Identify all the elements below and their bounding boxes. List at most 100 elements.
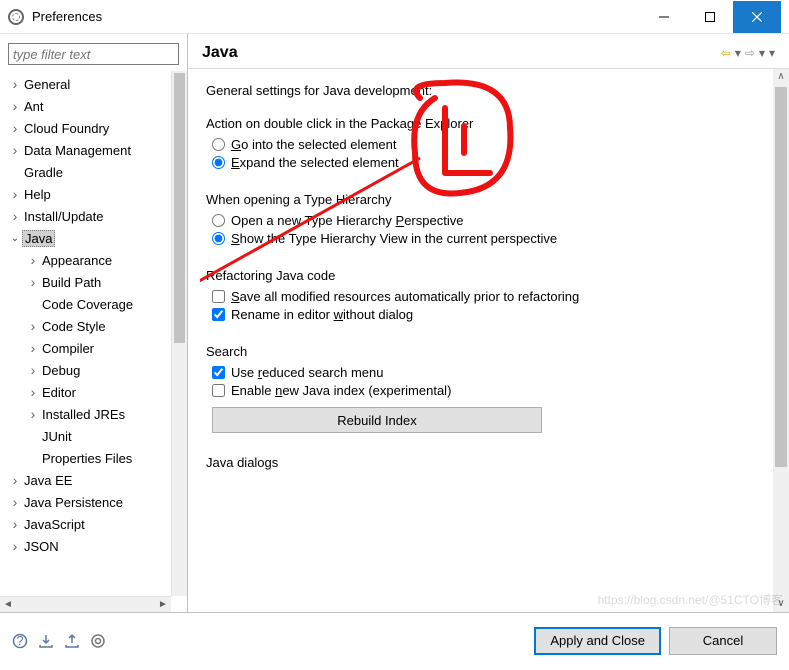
preferences-tree[interactable]: ›General›Ant›Cloud Foundry›Data Manageme… (0, 71, 171, 596)
import-icon[interactable] (38, 633, 54, 649)
chevron-right-icon[interactable]: › (8, 76, 22, 92)
scrollbar-thumb[interactable] (775, 87, 787, 467)
group-title: When opening a Type Hierarchy (206, 192, 765, 207)
export-icon[interactable] (64, 633, 80, 649)
minimize-button[interactable] (641, 1, 687, 33)
main-panel: Java ⇦ ▾ ⇨ ▾ ▾ General settings for Java… (188, 34, 789, 612)
option-label: Show the Type Hierarchy View in the curr… (231, 231, 557, 246)
tree-item[interactable]: ›Editor (0, 381, 171, 403)
help-icon[interactable]: ? (12, 633, 28, 649)
tree-item-label: Data Management (22, 143, 133, 158)
svg-text:?: ? (16, 633, 23, 648)
tree-item[interactable]: ›Installed JREs (0, 403, 171, 425)
filter-input[interactable] (8, 43, 179, 65)
maximize-button[interactable] (687, 1, 733, 33)
option-new-index[interactable]: Enable new Java index (experimental) (212, 383, 765, 398)
back-icon[interactable]: ⇦ (721, 46, 731, 60)
scrollbar-thumb[interactable] (174, 73, 185, 343)
option-show-view[interactable]: Show the Type Hierarchy View in the curr… (212, 231, 765, 246)
tree-item[interactable]: ›Help (0, 183, 171, 205)
back-menu-icon[interactable]: ▾ (735, 46, 741, 60)
apply-close-button[interactable]: Apply and Close (534, 627, 661, 655)
chevron-right-icon[interactable]: › (8, 494, 22, 510)
group-double-click: Action on double click in the Package Ex… (206, 116, 765, 170)
footer-icons: ? (12, 633, 106, 649)
tree-item[interactable]: ›Install/Update (0, 205, 171, 227)
chevron-right-icon[interactable]: › (26, 406, 40, 422)
checkbox-reduced-menu[interactable] (212, 366, 225, 379)
tree-horizontal-scrollbar[interactable]: ◄ ► (0, 596, 171, 612)
tree-vertical-scrollbar[interactable] (171, 71, 187, 596)
chevron-right-icon[interactable]: › (8, 142, 22, 158)
tree-item[interactable]: ›Appearance (0, 249, 171, 271)
chevron-right-icon[interactable]: › (26, 252, 40, 268)
chevron-right-icon[interactable]: › (8, 516, 22, 532)
chevron-right-icon[interactable]: › (8, 208, 22, 224)
chevron-right-icon[interactable]: › (26, 384, 40, 400)
tree-item[interactable]: JUnit (0, 425, 171, 447)
checkbox-rename-inline[interactable] (212, 308, 225, 321)
tree-item[interactable]: Gradle (0, 161, 171, 183)
chevron-right-icon[interactable]: › (8, 186, 22, 202)
tree-item[interactable]: Code Coverage (0, 293, 171, 315)
body-vertical-scrollbar[interactable]: ∧ ∨ (773, 69, 789, 612)
page-header: Java ⇦ ▾ ⇨ ▾ ▾ (188, 34, 789, 69)
chevron-down-icon[interactable]: ⌄ (8, 233, 22, 244)
radio-new-perspective[interactable] (212, 214, 225, 227)
tree-item[interactable]: ›Build Path (0, 271, 171, 293)
forward-icon[interactable]: ⇨ (745, 46, 755, 60)
option-save-resources[interactable]: Save all modified resources automaticall… (212, 289, 765, 304)
tree-item[interactable]: ⌄Java (0, 227, 171, 249)
tree-item-label: Code Style (40, 319, 108, 334)
radio-expand[interactable] (212, 156, 225, 169)
tree-item[interactable]: ›Cloud Foundry (0, 117, 171, 139)
tree-item[interactable]: ›Java EE (0, 469, 171, 491)
option-rename-inline[interactable]: Rename in editor without dialog (212, 307, 765, 322)
group-refactoring: Refactoring Java code Save all modified … (206, 268, 765, 322)
chevron-right-icon[interactable]: › (26, 318, 40, 334)
tree-item[interactable]: Properties Files (0, 447, 171, 469)
tree-item[interactable]: ›Ant (0, 95, 171, 117)
filter-box (8, 43, 179, 65)
option-label: Use reduced search menu (231, 365, 384, 380)
group-title: Java dialogs (206, 455, 765, 470)
radio-show-view[interactable] (212, 232, 225, 245)
radio-go-into[interactable] (212, 138, 225, 151)
tree-item[interactable]: ›Java Persistence (0, 491, 171, 513)
page-description: General settings for Java development: (206, 83, 765, 98)
panel-menu-icon[interactable]: ▾ (769, 46, 775, 60)
tree-item[interactable]: ›Data Management (0, 139, 171, 161)
tree-item[interactable]: ›JavaScript (0, 513, 171, 535)
tree-item-label: Code Coverage (40, 297, 135, 312)
tree-item[interactable]: ›Compiler (0, 337, 171, 359)
chevron-right-icon[interactable]: › (26, 274, 40, 290)
chevron-right-icon[interactable]: › (26, 340, 40, 356)
footer: ? Apply and Close Cancel (0, 612, 789, 668)
forward-menu-icon[interactable]: ▾ (759, 46, 765, 60)
oomph-icon[interactable] (90, 633, 106, 649)
rebuild-index-button[interactable]: Rebuild Index (212, 407, 542, 433)
tree-item[interactable]: ›JSON (0, 535, 171, 557)
checkbox-save-resources[interactable] (212, 290, 225, 303)
page-body: General settings for Java development: A… (188, 69, 789, 612)
tree-item[interactable]: ›Code Style (0, 315, 171, 337)
scroll-down-icon[interactable]: ∨ (773, 596, 789, 612)
option-reduced-menu[interactable]: Use reduced search menu (212, 365, 765, 380)
option-go-into[interactable]: Go into the selected element (212, 137, 765, 152)
chevron-right-icon[interactable]: › (8, 472, 22, 488)
cancel-button[interactable]: Cancel (669, 627, 777, 655)
tree-item[interactable]: ›General (0, 73, 171, 95)
scroll-left-icon[interactable]: ◄ (0, 599, 16, 610)
scroll-right-icon[interactable]: ► (155, 599, 171, 610)
tree-item[interactable]: ›Debug (0, 359, 171, 381)
titlebar: Preferences (0, 0, 789, 34)
checkbox-new-index[interactable] (212, 384, 225, 397)
chevron-right-icon[interactable]: › (8, 538, 22, 554)
chevron-right-icon[interactable]: › (8, 120, 22, 136)
close-button[interactable] (733, 1, 781, 33)
scroll-up-icon[interactable]: ∧ (773, 69, 789, 85)
option-expand[interactable]: Expand the selected element (212, 155, 765, 170)
chevron-right-icon[interactable]: › (26, 362, 40, 378)
option-new-perspective[interactable]: Open a new Type Hierarchy Perspective (212, 213, 765, 228)
chevron-right-icon[interactable]: › (8, 98, 22, 114)
